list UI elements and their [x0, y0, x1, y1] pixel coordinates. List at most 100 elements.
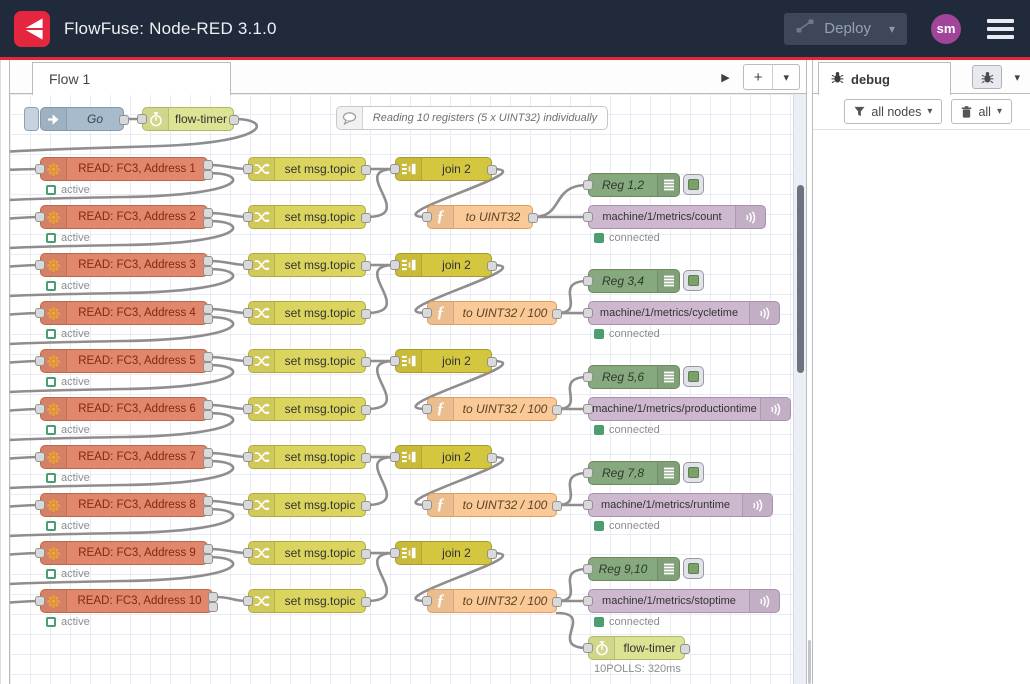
input-port[interactable]	[35, 308, 45, 318]
mqtt-out-node[interactable]: machine/1/metrics/count	[588, 205, 766, 229]
input-port[interactable]	[243, 212, 253, 222]
debug-toggle-button[interactable]	[683, 462, 704, 483]
input-port[interactable]	[243, 548, 253, 558]
input-port[interactable]	[422, 308, 432, 318]
input-port[interactable]	[583, 276, 593, 286]
output-port[interactable]	[361, 357, 371, 367]
output-port[interactable]	[552, 405, 562, 415]
join-node[interactable]: join 2	[395, 157, 492, 181]
deploy-button[interactable]: Deploy ▾	[784, 13, 907, 45]
debug-toggle-button[interactable]	[683, 558, 704, 579]
mqtt-out-node[interactable]: machine/1/metrics/runtime	[588, 493, 773, 517]
flow-list-icon[interactable]: ▶	[721, 71, 729, 84]
output-port[interactable]	[361, 453, 371, 463]
output-port[interactable]	[208, 592, 218, 602]
join-node[interactable]: join 2	[395, 541, 492, 565]
output-port[interactable]	[203, 400, 213, 410]
debug-node[interactable]: Reg 3,4	[588, 269, 680, 293]
input-port[interactable]	[243, 164, 253, 174]
output-port[interactable]	[203, 554, 213, 564]
input-port[interactable]	[35, 404, 45, 414]
input-port[interactable]	[390, 260, 400, 270]
input-port[interactable]	[583, 564, 593, 574]
input-port[interactable]	[243, 308, 253, 318]
function-node[interactable]: ƒto UINT32 / 100	[427, 493, 557, 517]
modbus-read-node[interactable]: READ: FC3, Address 8	[40, 493, 208, 517]
input-port[interactable]	[583, 180, 593, 190]
input-port[interactable]	[35, 452, 45, 462]
output-port[interactable]	[203, 170, 213, 180]
change-node[interactable]: set msg.topic	[248, 205, 366, 229]
change-node[interactable]: set msg.topic	[248, 589, 366, 613]
change-node[interactable]: set msg.topic	[248, 349, 366, 373]
output-port[interactable]	[528, 213, 538, 223]
sidebar-resizer[interactable]	[806, 60, 813, 684]
output-port[interactable]	[203, 362, 213, 372]
output-port[interactable]	[552, 597, 562, 607]
input-port[interactable]	[422, 596, 432, 606]
output-port[interactable]	[203, 352, 213, 362]
output-port[interactable]	[361, 261, 371, 271]
output-port[interactable]	[361, 405, 371, 415]
link-out-node[interactable]: flow-timer	[588, 636, 685, 660]
input-port[interactable]	[390, 164, 400, 174]
change-node[interactable]: set msg.topic	[248, 301, 366, 325]
output-port[interactable]	[361, 501, 371, 511]
debug-toggle-button[interactable]	[683, 366, 704, 387]
output-port[interactable]	[552, 501, 562, 511]
change-node[interactable]: set msg.topic	[248, 541, 366, 565]
input-port[interactable]	[583, 308, 593, 318]
debug-node[interactable]: Reg 9,10	[588, 557, 680, 581]
mqtt-out-node[interactable]: machine/1/metrics/stoptime	[588, 589, 780, 613]
input-port[interactable]	[35, 548, 45, 558]
output-port[interactable]	[119, 115, 129, 125]
output-port[interactable]	[552, 309, 562, 319]
input-port[interactable]	[35, 500, 45, 510]
join-node[interactable]: join 2	[395, 445, 492, 469]
output-port[interactable]	[361, 549, 371, 559]
modbus-read-node[interactable]: READ: FC3, Address 2	[40, 205, 208, 229]
canvas-scrollbar-thumb[interactable]	[797, 185, 804, 373]
mqtt-out-node[interactable]: machine/1/metrics/productiontime	[588, 397, 791, 421]
input-port[interactable]	[243, 500, 253, 510]
debug-node-filter-button[interactable]	[972, 65, 1002, 89]
modbus-read-node[interactable]: READ: FC3, Address 10	[40, 589, 213, 613]
modbus-read-node[interactable]: READ: FC3, Address 7	[40, 445, 208, 469]
output-port[interactable]	[361, 213, 371, 223]
output-port[interactable]	[487, 165, 497, 175]
input-port[interactable]	[422, 212, 432, 222]
output-port[interactable]	[229, 115, 239, 125]
input-port[interactable]	[390, 452, 400, 462]
input-port[interactable]	[583, 404, 593, 414]
output-port[interactable]	[203, 506, 213, 516]
inject-node[interactable]: Go	[40, 107, 124, 131]
change-node[interactable]: set msg.topic	[248, 397, 366, 421]
mqtt-out-node[interactable]: machine/1/metrics/cycletime	[588, 301, 780, 325]
function-node[interactable]: ƒto UINT32 / 100	[427, 397, 557, 421]
debug-node[interactable]: Reg 5,6	[588, 365, 680, 389]
debug-filter-dropdown[interactable]: all nodes ▾	[844, 99, 942, 124]
debug-clear-dropdown[interactable]: all ▾	[951, 99, 1012, 124]
link-in-node[interactable]: flow-timer	[142, 107, 234, 131]
output-port[interactable]	[203, 208, 213, 218]
input-port[interactable]	[390, 356, 400, 366]
flow-menu-caret-icon[interactable]: ▾	[773, 71, 799, 84]
change-node[interactable]: set msg.topic	[248, 493, 366, 517]
input-port[interactable]	[243, 596, 253, 606]
output-port[interactable]	[487, 549, 497, 559]
input-port[interactable]	[390, 548, 400, 558]
tab-debug[interactable]: debug	[818, 62, 951, 95]
change-node[interactable]: set msg.topic	[248, 157, 366, 181]
comment-node[interactable]: Reading 10 registers (5 x UINT32) indivi…	[336, 106, 608, 130]
input-port[interactable]	[583, 596, 593, 606]
join-node[interactable]: join 2	[395, 253, 492, 277]
output-port[interactable]	[203, 218, 213, 228]
input-port[interactable]	[137, 114, 147, 124]
canvas-scrollbar[interactable]	[793, 94, 806, 684]
output-port[interactable]	[361, 309, 371, 319]
main-menu-icon[interactable]	[985, 17, 1016, 41]
output-port[interactable]	[487, 261, 497, 271]
sidebar-menu-caret-icon[interactable]: ▾	[1014, 71, 1020, 84]
input-port[interactable]	[243, 452, 253, 462]
input-port[interactable]	[422, 500, 432, 510]
